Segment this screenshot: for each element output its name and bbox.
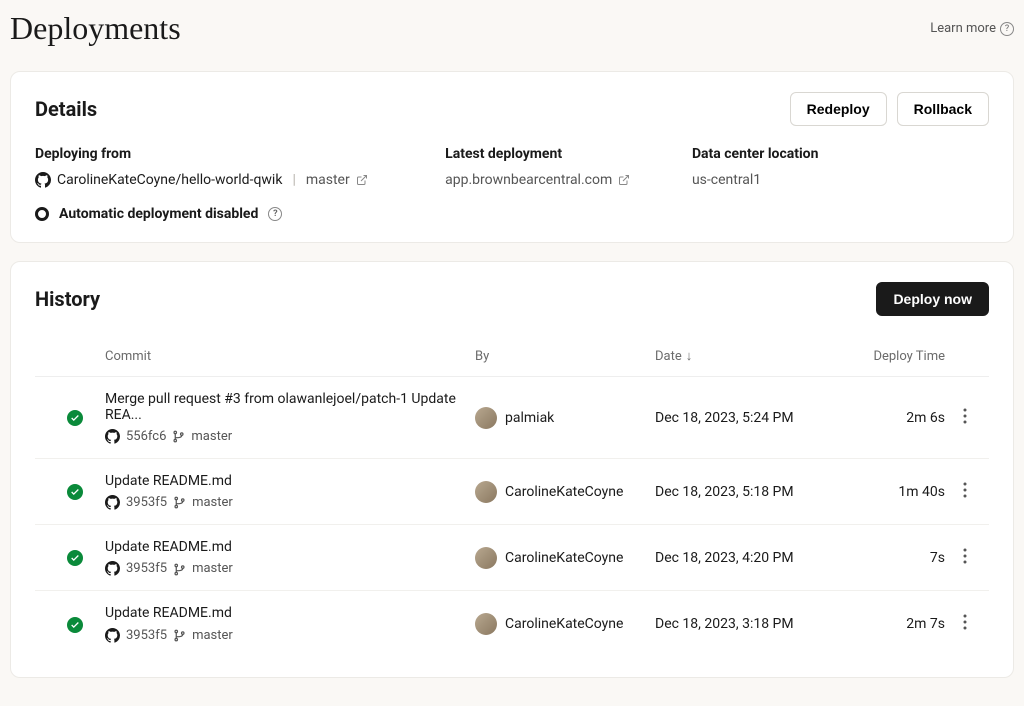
branch-icon [172,429,185,444]
github-icon [105,495,120,510]
author-name: CarolineKateCoyne [505,616,623,632]
auto-deploy-row: Automatic deployment disabled ? [35,206,989,222]
col-commit[interactable]: Commit [105,349,475,364]
data-center-label: Data center location [692,146,989,162]
data-center-block: Data center location us-central1 [692,146,989,188]
avatar [475,407,497,429]
deploy-now-button[interactable]: Deploy now [876,282,989,316]
branch-name: master [306,172,350,188]
repo-name[interactable]: CarolineKateCoyne/hello-world-qwik [57,172,282,188]
row-more-button[interactable] [959,610,971,638]
status-success-icon [67,550,83,566]
status-success-icon [67,410,83,426]
auto-deploy-text: Automatic deployment disabled [59,206,258,222]
deploy-date: Dec 18, 2023, 5:18 PM [655,484,845,500]
github-icon [105,429,120,444]
help-icon[interactable]: ? [268,207,282,221]
github-icon [105,561,120,576]
disabled-icon [35,207,49,221]
deploy-duration: 2m 7s [845,616,945,632]
latest-deployment-url[interactable]: app.brownbearcentral.com [445,172,612,188]
status-success-icon [67,484,83,500]
external-link-icon[interactable] [618,172,630,188]
help-icon: ? [1000,22,1014,36]
history-title: History [35,287,100,311]
github-icon [105,627,120,642]
deploy-date: Dec 18, 2023, 3:18 PM [655,616,845,632]
details-title: Details [35,97,97,121]
learn-more-label: Learn more [930,21,996,36]
commit-message: Update README.md [105,473,475,489]
author-name: CarolineKateCoyne [505,550,623,566]
learn-more-link[interactable]: Learn more ? [930,21,1014,36]
commit-branch: master [192,628,233,643]
col-date[interactable]: Date↓ [655,348,845,364]
commit-message: Merge pull request #3 from olawanlejoel/… [105,391,475,423]
branch-icon [173,561,186,576]
deploy-duration: 7s [845,550,945,566]
branch-icon [173,628,186,643]
avatar [475,613,497,635]
status-success-icon [67,617,83,633]
avatar [475,481,497,503]
commit-hash[interactable]: 3953f5 [126,495,167,510]
commit-branch: master [192,561,233,576]
avatar [475,547,497,569]
commit-hash[interactable]: 556fc6 [126,429,166,444]
separator: | [292,172,295,188]
deploying-from-label: Deploying from [35,146,421,162]
rollback-button[interactable]: Rollback [897,92,989,126]
commit-branch: master [192,495,233,510]
external-link-icon[interactable] [356,172,368,188]
author-name: palmiak [505,410,554,426]
history-card: History Deploy now Commit By Date↓ Deplo… [10,261,1014,677]
table-row[interactable]: Update README.md 3953f5 master CarolineK… [35,591,989,656]
deploy-date: Dec 18, 2023, 4:20 PM [655,550,845,566]
deploy-duration: 2m 6s [845,410,945,426]
commit-message: Update README.md [105,605,475,621]
latest-deployment-label: Latest deployment [445,146,668,162]
history-table: Commit By Date↓ Deploy Time Merge pull r… [35,336,989,656]
details-card: Details Redeploy Rollback Deploying from… [10,71,1014,243]
redeploy-button[interactable]: Redeploy [790,92,887,126]
github-icon [35,172,51,188]
row-more-button[interactable] [959,404,971,432]
commit-message: Update README.md [105,539,475,555]
table-row[interactable]: Merge pull request #3 from olawanlejoel/… [35,377,989,459]
commit-branch: master [191,429,232,444]
author-name: CarolineKateCoyne [505,484,623,500]
deploy-duration: 1m 40s [845,484,945,500]
row-more-button[interactable] [959,544,971,572]
col-deploy-time[interactable]: Deploy Time [845,349,945,364]
commit-hash[interactable]: 3953f5 [126,628,167,643]
latest-deployment-block: Latest deployment app.brownbearcentral.c… [445,146,668,188]
branch-icon [173,495,186,510]
table-row[interactable]: Update README.md 3953f5 master CarolineK… [35,525,989,591]
page-title: Deployments [10,10,181,47]
col-by[interactable]: By [475,349,655,364]
table-row[interactable]: Update README.md 3953f5 master CarolineK… [35,459,989,525]
sort-desc-icon: ↓ [686,349,693,364]
commit-hash[interactable]: 3953f5 [126,561,167,576]
data-center-value: us-central1 [692,172,761,188]
deploying-from-block: Deploying from CarolineKateCoyne/hello-w… [35,146,421,188]
row-more-button[interactable] [959,478,971,506]
table-header: Commit By Date↓ Deploy Time [35,336,989,377]
deploy-date: Dec 18, 2023, 5:24 PM [655,410,845,426]
